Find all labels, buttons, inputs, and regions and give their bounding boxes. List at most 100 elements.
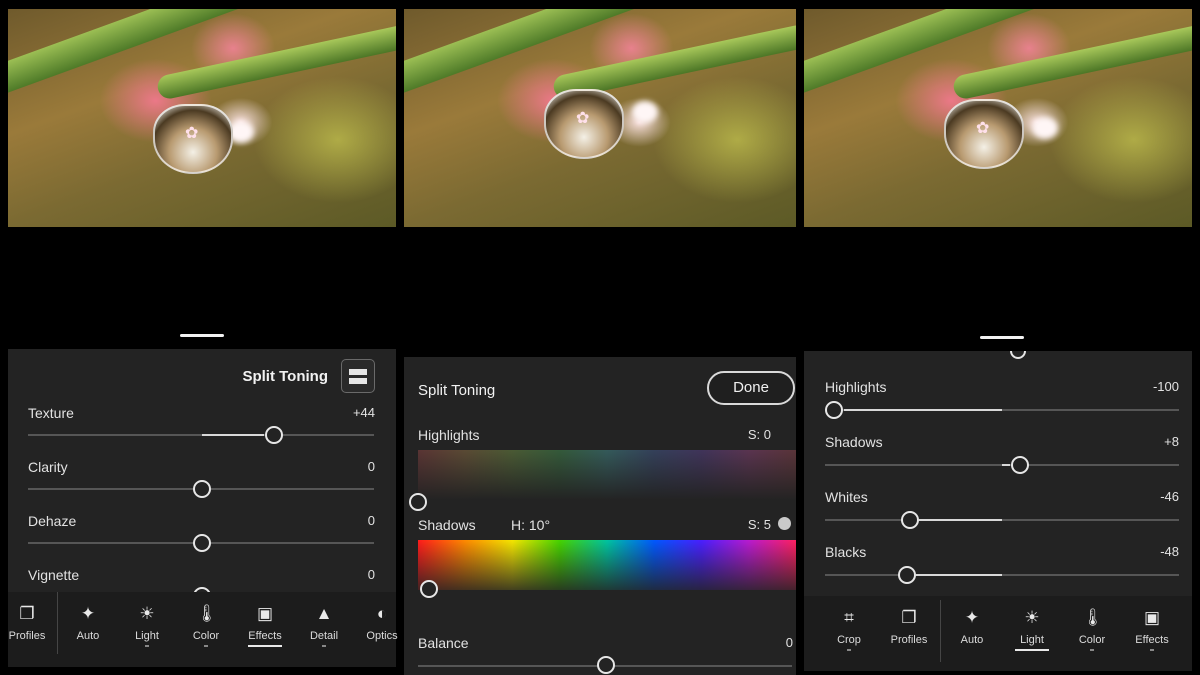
shadows-hue: H: 10°	[511, 517, 551, 533]
tool-optics[interactable]: ◐ Optics	[352, 592, 412, 642]
clarity-label: Clarity	[28, 459, 68, 475]
photo-preview-split-toning: ✿	[404, 9, 796, 227]
whites-slider-fill	[919, 519, 1002, 521]
color-icon: 🌡	[196, 604, 218, 623]
color-icon: 🌡	[1082, 608, 1104, 627]
shadows-label: Shadows	[825, 434, 883, 450]
blacks-slider-fill	[916, 574, 1002, 576]
photo-preview-light: ✿	[804, 9, 1192, 227]
tool-effects[interactable]: ▣ Effects	[235, 592, 295, 647]
toolbar-divider	[940, 600, 941, 662]
highlights-label: Highlights	[825, 379, 887, 395]
highlights-slider-fill	[844, 409, 1002, 411]
tool-indicator	[248, 645, 282, 647]
whites-label: Whites	[825, 489, 868, 505]
tool-label: Detail	[309, 630, 339, 642]
light-icon: ☀	[1024, 608, 1040, 627]
tool-profiles[interactable]: ❐ Profiles	[879, 596, 939, 646]
light-panel: Highlights -100 Shadows +8 Whites -46 Bl…	[804, 351, 1192, 596]
optics-icon: ◐	[376, 604, 388, 623]
blacks-label: Blacks	[825, 544, 867, 560]
shadows-hue-picker[interactable]	[418, 540, 796, 590]
edit-toolbar: ⌗ Crop ❐ Profiles ✦ Auto ☀ Light 🌡 Color…	[804, 596, 1192, 671]
whites-value[interactable]: -46	[1160, 489, 1179, 504]
profiles-icon: ❐	[19, 604, 35, 623]
tool-indicator	[322, 645, 326, 647]
clarity-slider-thumb[interactable]	[193, 480, 211, 498]
profiles-icon: ❐	[901, 608, 917, 627]
shadows-label: Shadows	[418, 517, 476, 533]
tool-detail[interactable]: ▲ Detail	[294, 592, 354, 647]
tool-label: Crop	[837, 634, 861, 646]
texture-label: Texture	[28, 405, 74, 421]
texture-slider-thumb[interactable]	[265, 426, 283, 444]
tool-auto[interactable]: ✦ Auto	[58, 592, 118, 642]
balance-value[interactable]: 0	[786, 635, 793, 650]
whites-slider-track[interactable]	[825, 519, 1179, 521]
balance-label: Balance	[418, 635, 469, 651]
texture-slider-fill	[202, 434, 264, 436]
highlights-value[interactable]: -100	[1153, 379, 1179, 394]
highlights-hue-thumb[interactable]	[409, 493, 427, 511]
blacks-slider-thumb[interactable]	[898, 566, 916, 584]
shadows-hue-thumb[interactable]	[420, 580, 438, 598]
dehaze-value[interactable]: 0	[368, 513, 375, 528]
tool-label: Color	[1078, 634, 1106, 646]
tool-label: Auto	[960, 634, 984, 646]
tool-profiles[interactable]: ❐ Profiles	[0, 592, 57, 642]
tool-label: Effects	[248, 630, 282, 642]
tool-indicator	[204, 645, 208, 647]
dehaze-slider-thumb[interactable]	[193, 534, 211, 552]
tool-crop[interactable]: ⌗ Crop	[819, 596, 879, 651]
split-toning-title: Split Toning	[418, 382, 496, 399]
tool-light[interactable]: ☀ Light	[1002, 596, 1062, 651]
texture-slider-track[interactable]	[28, 434, 374, 436]
shadows-slider-fill	[1002, 464, 1010, 466]
tool-label: Color	[192, 630, 220, 642]
highlights-hue-picker[interactable]	[418, 450, 796, 500]
tool-label: Light	[135, 630, 159, 642]
home-indicator[interactable]	[180, 334, 224, 337]
photo-preview-before: ✿	[8, 9, 396, 227]
tool-auto[interactable]: ✦ Auto	[942, 596, 1002, 646]
texture-value[interactable]: +44	[353, 405, 375, 420]
blacks-value[interactable]: -48	[1160, 544, 1179, 559]
balance-slider-thumb[interactable]	[597, 656, 615, 674]
tool-label: Profiles	[890, 634, 928, 646]
auto-icon: ✦	[80, 604, 96, 623]
effects-panel: Split Toning Texture +44 Clarity 0 Dehaz…	[8, 349, 396, 592]
shadows-slider-thumb[interactable]	[1011, 456, 1029, 474]
split-toning-panel: Split Toning Done Highlights S: 0 Shadow…	[404, 357, 796, 675]
blacks-slider-track[interactable]	[825, 574, 1179, 576]
tool-color[interactable]: 🌡 Color	[176, 592, 236, 647]
highlights-saturation: S: 0	[747, 427, 771, 442]
home-indicator[interactable]	[980, 336, 1024, 339]
tool-indicator	[145, 645, 149, 647]
shadows-value[interactable]: +8	[1164, 434, 1179, 449]
done-button[interactable]: Done	[707, 371, 795, 405]
split-toning-link[interactable]: Split Toning	[242, 368, 328, 385]
tool-label: Auto	[76, 630, 100, 642]
clarity-value[interactable]: 0	[368, 459, 375, 474]
panel-layout-toggle-icon[interactable]	[341, 359, 375, 393]
shadows-color-swatch	[778, 517, 791, 530]
highlights-label: Highlights	[418, 427, 480, 443]
tool-indicator	[1015, 649, 1049, 651]
tool-color[interactable]: 🌡 Color	[1062, 596, 1122, 651]
auto-icon: ✦	[964, 608, 980, 627]
exposure-slider-thumb[interactable]	[1010, 351, 1026, 359]
tool-indicator	[1150, 649, 1154, 651]
tool-label: Profiles	[8, 630, 46, 642]
tool-indicator	[1090, 649, 1094, 651]
tool-label: Optics	[366, 630, 398, 642]
edit-toolbar: ❐ Profiles ✦ Auto ☀ Light 🌡 Color ▣ Effe…	[8, 592, 398, 667]
tool-light[interactable]: ☀ Light	[117, 592, 177, 647]
crop-icon: ⌗	[844, 608, 854, 627]
light-icon: ☀	[139, 604, 155, 623]
vignette-value[interactable]: 0	[368, 567, 375, 582]
vignette-label: Vignette	[28, 567, 80, 583]
whites-slider-thumb[interactable]	[901, 511, 919, 529]
highlights-slider-thumb[interactable]	[825, 401, 843, 419]
effects-icon: ▣	[256, 604, 274, 623]
tool-effects[interactable]: ▣ Effects	[1122, 596, 1182, 651]
